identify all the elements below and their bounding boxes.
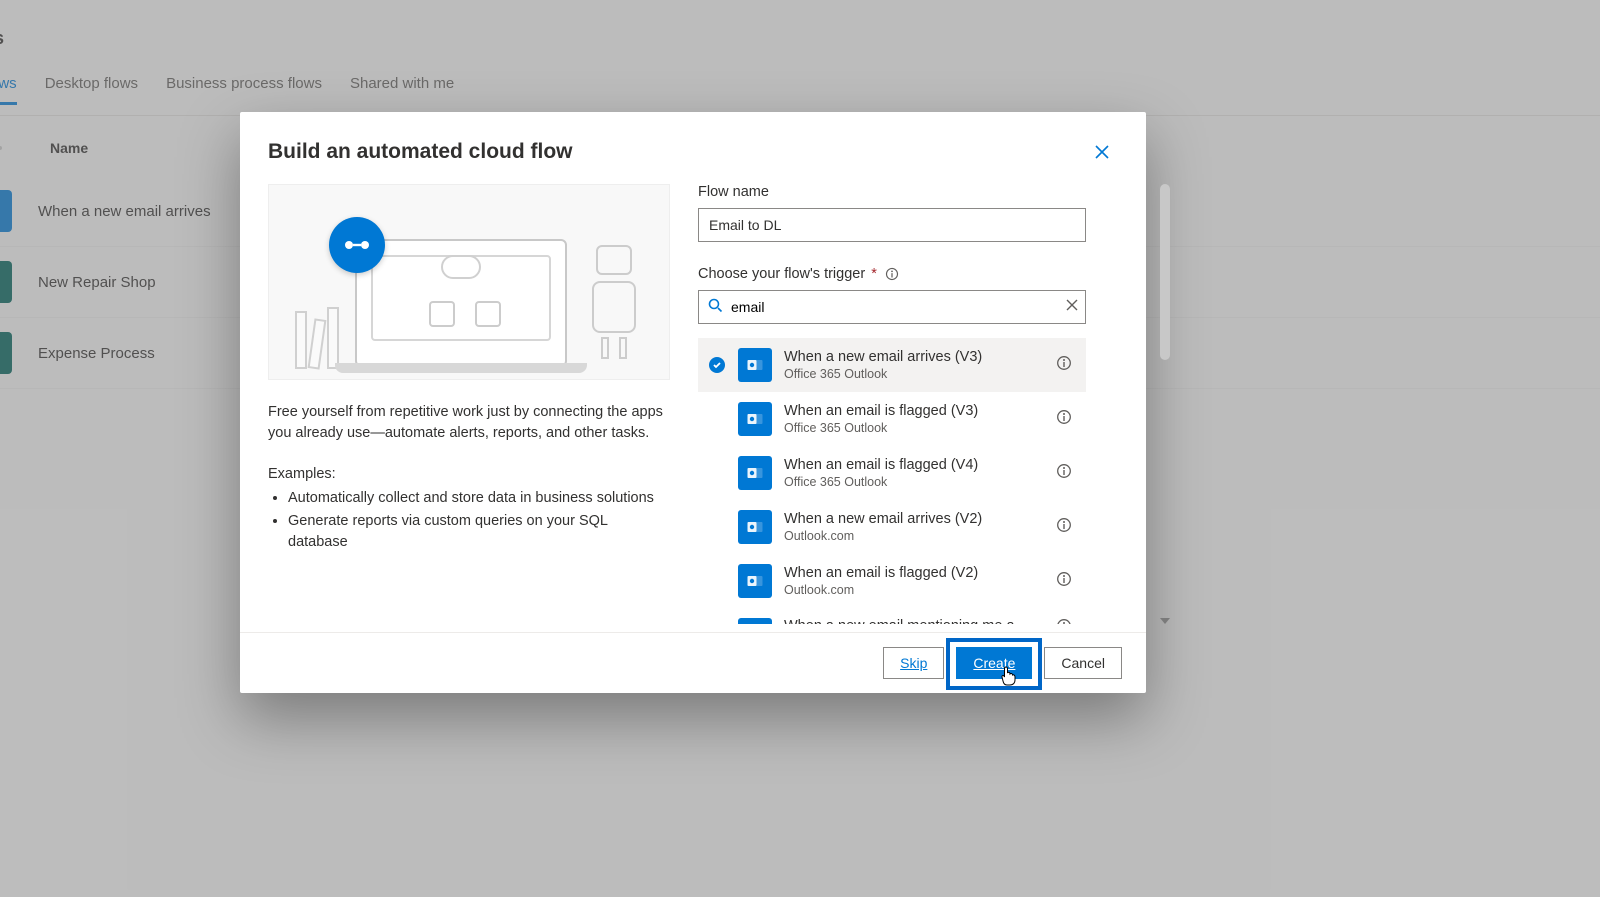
info-icon[interactable]	[1056, 463, 1076, 484]
flow-name-input[interactable]	[698, 208, 1086, 242]
example-item: Automatically collect and store data in …	[288, 488, 670, 509]
trigger-title: When an email is flagged (V2)	[784, 565, 1044, 581]
info-icon[interactable]	[1056, 409, 1076, 430]
outlook-icon	[738, 564, 772, 598]
trigger-item[interactable]: When a new email arrives (V3) Office 365 …	[698, 338, 1086, 392]
illustration	[268, 184, 670, 380]
example-item: Generate reports via custom queries on y…	[288, 511, 670, 553]
clear-search-icon[interactable]	[1065, 298, 1079, 317]
outlook-icon	[738, 348, 772, 382]
trigger-search[interactable]	[698, 290, 1086, 324]
examples-heading: Examples:	[268, 466, 670, 482]
dialog-title: Build an automated cloud flow	[268, 140, 573, 164]
trigger-subtitle: Office 365 Outlook	[784, 367, 1044, 381]
trigger-subtitle: Outlook.com	[784, 583, 1044, 597]
info-icon[interactable]	[885, 267, 899, 281]
close-icon[interactable]	[1086, 136, 1118, 168]
create-button[interactable]: Create	[956, 647, 1032, 679]
flow-badge-icon	[329, 217, 385, 273]
trigger-item[interactable]: When an email is flagged (V2) Outlook.com	[698, 554, 1086, 608]
cancel-button[interactable]: Cancel	[1044, 647, 1122, 679]
build-automated-cloud-flow-dialog: Build an automated cloud flow Free yours…	[240, 112, 1146, 693]
trigger-title: When an email is flagged (V3)	[784, 403, 1044, 419]
trigger-subtitle: Outlook.com	[784, 529, 1044, 543]
selected-check-icon[interactable]	[708, 357, 726, 373]
trigger-title: When a new email mentioning me a...	[784, 618, 1044, 624]
info-icon[interactable]	[1056, 571, 1076, 592]
trigger-subtitle: Office 365 Outlook	[784, 421, 1044, 435]
flow-name-label: Flow name	[698, 184, 1110, 200]
trigger-item[interactable]: When an email is flagged (V3) Office 365 …	[698, 392, 1086, 446]
scrollbar[interactable]	[1160, 184, 1170, 360]
info-icon[interactable]	[1056, 517, 1076, 538]
trigger-item[interactable]: When a new email mentioning me a...Outlo…	[698, 608, 1086, 624]
outlook-icon	[738, 510, 772, 544]
info-icon[interactable]	[1056, 355, 1076, 376]
scroll-down-icon[interactable]	[1158, 614, 1172, 626]
trigger-title: When a new email arrives (V3)	[784, 349, 1044, 365]
info-icon[interactable]	[1056, 618, 1076, 624]
outlook-icon	[738, 456, 772, 490]
search-icon	[707, 297, 723, 318]
outlook-icon	[738, 618, 772, 624]
outlook-icon	[738, 402, 772, 436]
trigger-title: When a new email arrives (V2)	[784, 511, 1044, 527]
trigger-list: When a new email arrives (V3) Office 365 …	[698, 338, 1086, 624]
skip-button[interactable]: Skip	[883, 647, 944, 679]
trigger-item[interactable]: When an email is flagged (V4) Office 365 …	[698, 446, 1086, 500]
trigger-subtitle: Office 365 Outlook	[784, 475, 1044, 489]
trigger-title: When an email is flagged (V4)	[784, 457, 1044, 473]
trigger-search-input[interactable]	[723, 299, 1065, 315]
dialog-blurb: Free yourself from repetitive work just …	[268, 402, 670, 444]
trigger-item[interactable]: When a new email arrives (V2) Outlook.com	[698, 500, 1086, 554]
trigger-label: Choose your flow's trigger *	[698, 266, 1110, 282]
